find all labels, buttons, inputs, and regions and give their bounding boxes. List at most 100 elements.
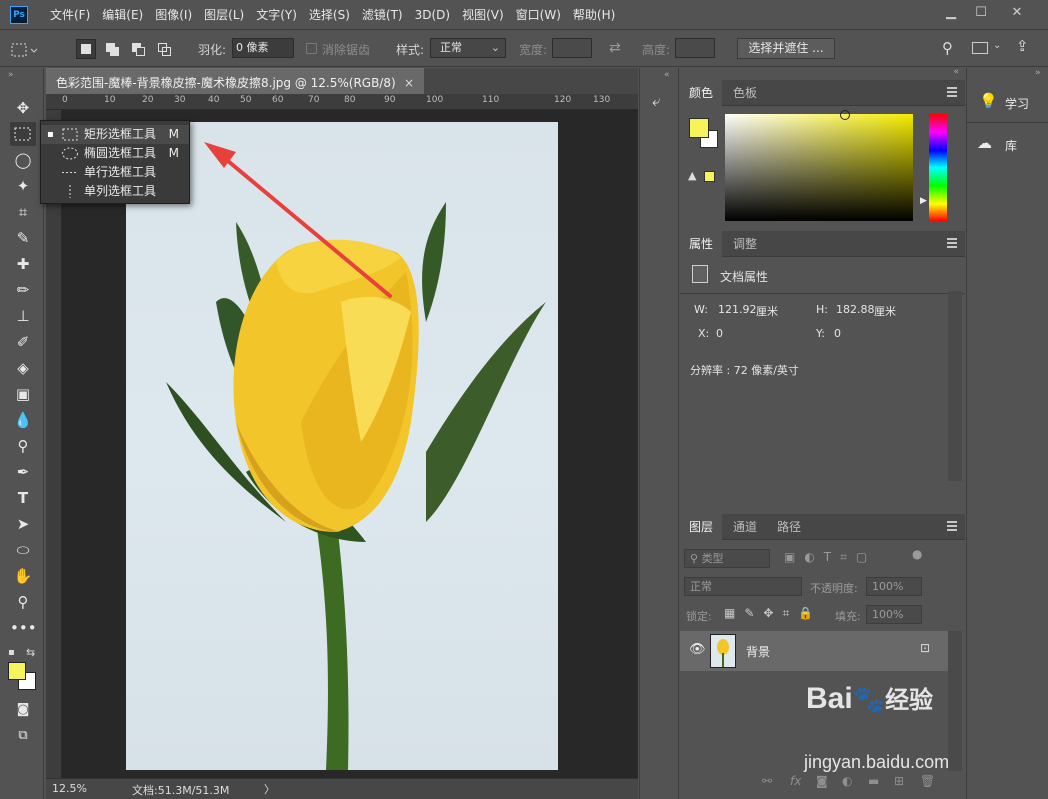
elliptical-marquee-item[interactable]: 椭圆选框工具 M: [41, 144, 189, 163]
history-panel-icon[interactable]: ⤶: [652, 92, 660, 110]
properties-panel-tabs: 属性 调整: [680, 231, 965, 257]
lock-icons[interactable]: ▦✎✥⌗🔒: [724, 606, 822, 621]
flyout-shortcut: M: [168, 127, 179, 141]
tab-adjustments[interactable]: 调整: [724, 231, 766, 257]
tab-properties[interactable]: 属性: [680, 231, 723, 257]
single-column-marquee-icon: [69, 185, 71, 198]
new-layer-icon[interactable]: ⊞: [894, 774, 904, 788]
height-unit: 厘米: [874, 305, 896, 318]
layers-footer: ⚯ fx ◙ ◐ ▬ ⊞ 🗑: [760, 774, 950, 794]
blend-mode-value: 正常: [690, 580, 712, 593]
eye-icon[interactable]: 👁: [689, 642, 706, 657]
selected-bullet-icon: ▪: [47, 129, 54, 140]
color-picker-cursor: [840, 110, 850, 120]
cloud-libraries-icon: ☁: [977, 134, 992, 152]
dock-libraries[interactable]: ☁ 库: [967, 126, 1048, 162]
search-icon: ⚲: [690, 552, 702, 565]
rectangular-marquee-icon: [62, 128, 78, 141]
document-icon: [692, 265, 708, 283]
fill-input[interactable]: 100%: [866, 605, 922, 624]
collapse-arrows-icon[interactable]: «: [664, 70, 670, 80]
opacity-input[interactable]: 100%: [866, 577, 922, 596]
blend-mode-select[interactable]: 正常: [684, 577, 802, 596]
tab-channels[interactable]: 通道: [724, 514, 766, 540]
status-menu-arrow-icon[interactable]: 〉: [264, 781, 275, 797]
watermark-brand: Bai: [806, 682, 853, 715]
link-layers-icon[interactable]: ⚯: [762, 774, 772, 788]
divider: [967, 122, 1048, 123]
flyout-item-label: 单行选框工具: [84, 165, 157, 179]
fill-value: 100%: [872, 608, 904, 621]
rectangular-marquee-item[interactable]: ▪ 矩形选框工具 M: [41, 125, 189, 144]
y-value[interactable]: 0: [834, 327, 841, 340]
panel-menu-icon[interactable]: [947, 521, 957, 531]
width-value[interactable]: 121.92: [718, 303, 757, 316]
lock-icon: ⊡: [920, 641, 931, 655]
flyout-item-label: 矩形选框工具: [84, 127, 157, 141]
elliptical-marquee-icon: [62, 147, 78, 160]
opacity-value: 100%: [872, 580, 904, 593]
lock-label: 锁定:: [686, 610, 712, 623]
new-group-icon[interactable]: ▬: [868, 774, 879, 788]
watermark-url: jingyan.baidu.com: [804, 752, 950, 772]
layer-thumbnail: [710, 634, 736, 668]
filter-label: 类型: [701, 552, 724, 565]
panel-menu-icon[interactable]: [947, 238, 957, 248]
layer-name: 背景: [746, 645, 771, 659]
flyout-item-label: 椭圆选框工具: [84, 146, 157, 160]
watermark-brand-cn: 经验: [885, 687, 934, 714]
delete-layer-icon[interactable]: 🗑: [920, 774, 935, 788]
foreground-color-swatch[interactable]: [689, 118, 709, 138]
layer-style-icon[interactable]: fx: [790, 774, 801, 788]
warning-icon: ▲: [688, 169, 697, 182]
single-row-marquee-item[interactable]: 单行选框工具: [41, 163, 189, 182]
width-label: W:: [694, 303, 708, 316]
lightbulb-icon: 💡: [979, 92, 998, 110]
height-label: H:: [816, 303, 828, 316]
tab-swatches[interactable]: 色板: [724, 80, 766, 106]
fill-label: 填充:: [835, 610, 861, 623]
divider: [680, 293, 965, 294]
color-panel-tabs: 颜色 色板: [680, 80, 965, 106]
collapse-arrows-icon[interactable]: «: [953, 67, 959, 77]
hue-slider[interactable]: [929, 114, 947, 221]
width-unit: 厘米: [756, 305, 778, 318]
height-value[interactable]: 182.88: [836, 303, 875, 316]
y-label: Y:: [816, 327, 825, 340]
collapse-arrows-icon[interactable]: »: [1035, 68, 1041, 78]
color-field[interactable]: [725, 110, 913, 221]
filter-toggle-icon[interactable]: ●: [912, 547, 922, 563]
panel-menu-icon[interactable]: [947, 87, 957, 97]
x-value[interactable]: 0: [716, 327, 723, 340]
add-mask-icon[interactable]: ◙: [816, 774, 828, 788]
scrollbar[interactable]: [948, 291, 962, 481]
properties-panel: 属性 调整 文档属性 W: 121.92 厘米 H: 182.88 厘米 X: …: [680, 231, 965, 511]
layer-filter-icons[interactable]: ▣◐T⌗▢: [784, 550, 876, 565]
paw-icon: 🐾: [852, 684, 886, 714]
status-bar: 12.5% 文档:51.3M/51.3M 〉: [46, 778, 638, 799]
document-size: 文档:51.3M/51.3M: [132, 784, 230, 797]
tab-color[interactable]: 颜色: [680, 80, 723, 106]
layer-row[interactable]: 👁 背景 ⊡: [680, 631, 948, 671]
single-row-marquee-icon: [62, 172, 78, 173]
flyout-shortcut: M: [168, 146, 179, 160]
single-column-marquee-item[interactable]: 单列选框工具: [41, 182, 189, 201]
dock-learn-label: 学习: [1005, 97, 1030, 111]
tab-paths[interactable]: 路径: [768, 514, 810, 540]
color-panel: « 颜色 色板 ▲ ▶: [680, 67, 965, 228]
x-label: X:: [698, 327, 710, 340]
adjustment-layer-icon[interactable]: ◐: [842, 774, 852, 788]
dock-libraries-label: 库: [1005, 139, 1018, 153]
gamut-swatch[interactable]: [704, 171, 715, 182]
layer-filter-select[interactable]: ⚲ 类型: [684, 549, 770, 568]
tab-layers[interactable]: 图层: [680, 514, 723, 540]
properties-title: 文档属性: [720, 270, 769, 284]
opacity-label: 不透明度:: [810, 582, 858, 595]
flyout-item-label: 单列选框工具: [84, 184, 157, 198]
hue-slider-handle-icon[interactable]: ▶: [920, 196, 927, 206]
resolution-text: 分辨率 : 72 像素/英寸: [690, 364, 799, 377]
collapsed-panel-strip: « ⤶: [639, 68, 679, 799]
zoom-level[interactable]: 12.5%: [52, 782, 87, 795]
layers-panel-tabs: 图层 通道 路径: [680, 514, 965, 540]
dock-learn[interactable]: 💡 学习: [967, 84, 1048, 120]
